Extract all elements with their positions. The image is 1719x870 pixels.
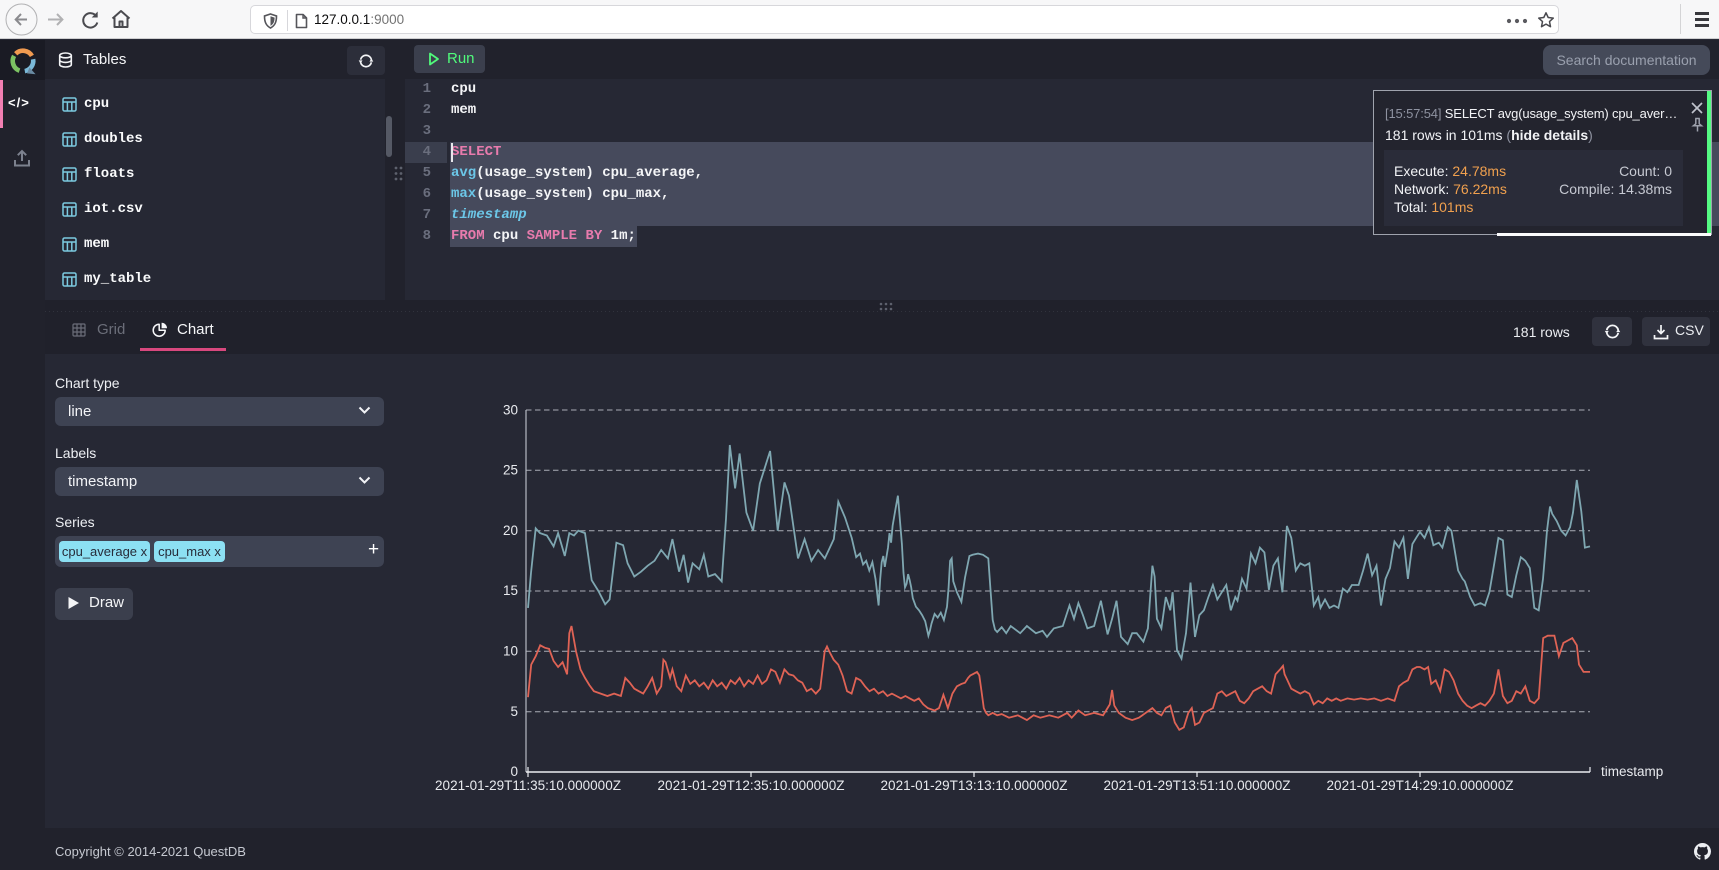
svg-text:2021-01-29T12:35:10.000000Z: 2021-01-29T12:35:10.000000Z bbox=[658, 778, 845, 793]
svg-text:25: 25 bbox=[503, 463, 518, 478]
svg-text:0: 0 bbox=[510, 764, 518, 779]
svg-text:2021-01-29T14:29:10.000000Z: 2021-01-29T14:29:10.000000Z bbox=[1327, 778, 1514, 793]
svg-text:15: 15 bbox=[503, 583, 518, 598]
svg-text:5: 5 bbox=[510, 704, 518, 719]
svg-text:30: 30 bbox=[503, 403, 518, 418]
svg-text:2021-01-29T13:13:10.000000Z: 2021-01-29T13:13:10.000000Z bbox=[881, 778, 1068, 793]
svg-text:10: 10 bbox=[503, 644, 518, 659]
svg-text:2021-01-29T13:51:10.000000Z: 2021-01-29T13:51:10.000000Z bbox=[1104, 778, 1291, 793]
svg-text:20: 20 bbox=[503, 523, 518, 538]
svg-text:timestamp: timestamp bbox=[1601, 764, 1663, 779]
svg-text:2021-01-29T11:35:10.000000Z: 2021-01-29T11:35:10.000000Z bbox=[435, 778, 621, 793]
